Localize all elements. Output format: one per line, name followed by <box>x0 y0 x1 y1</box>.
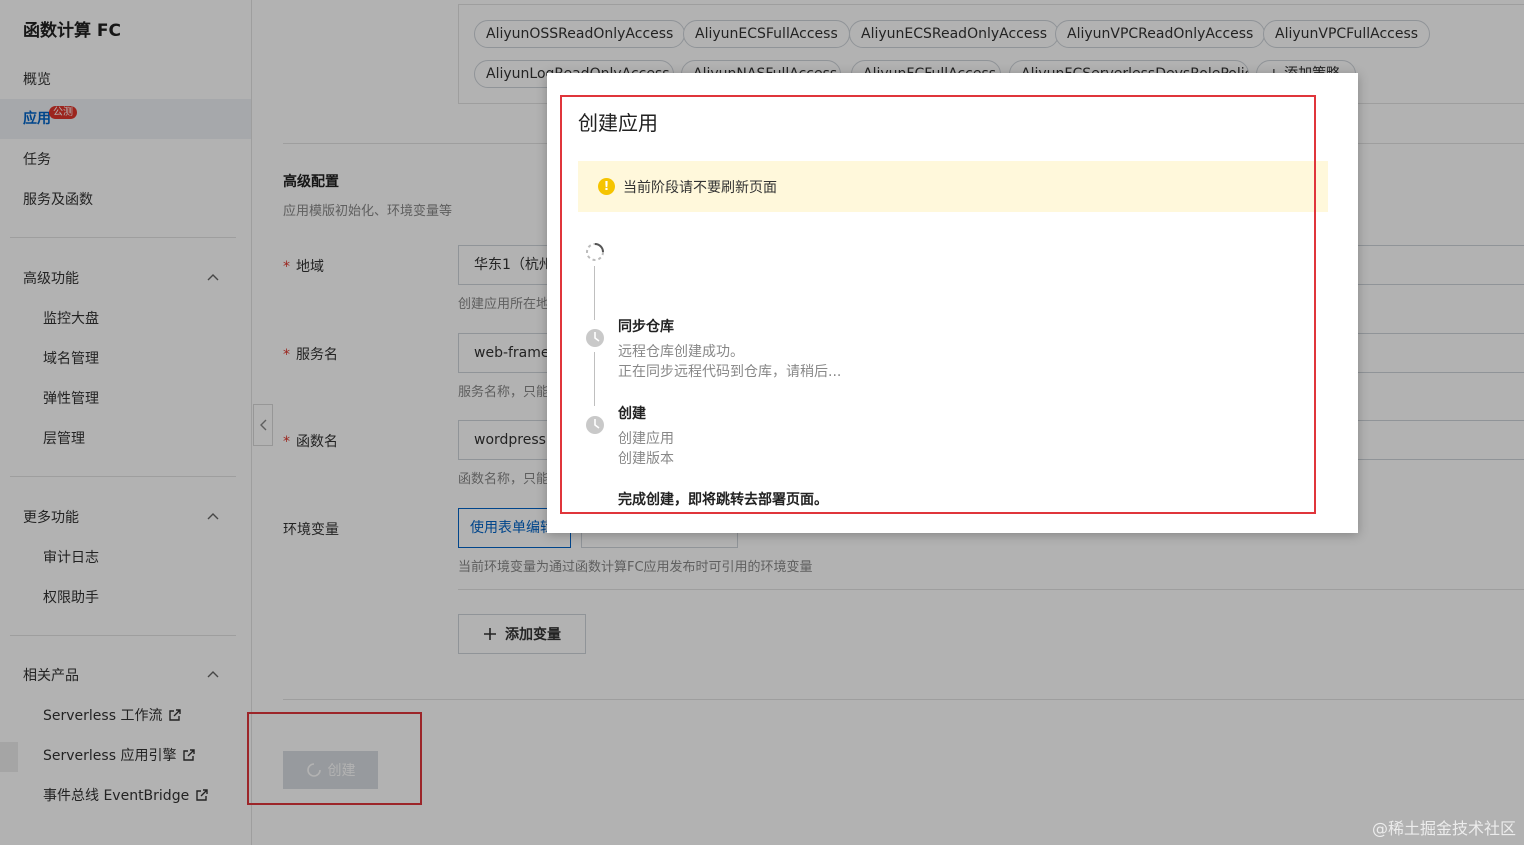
highlight-box-dialog <box>560 95 1316 514</box>
watermark: @稀土掘金技术社区 <box>1371 819 1516 838</box>
